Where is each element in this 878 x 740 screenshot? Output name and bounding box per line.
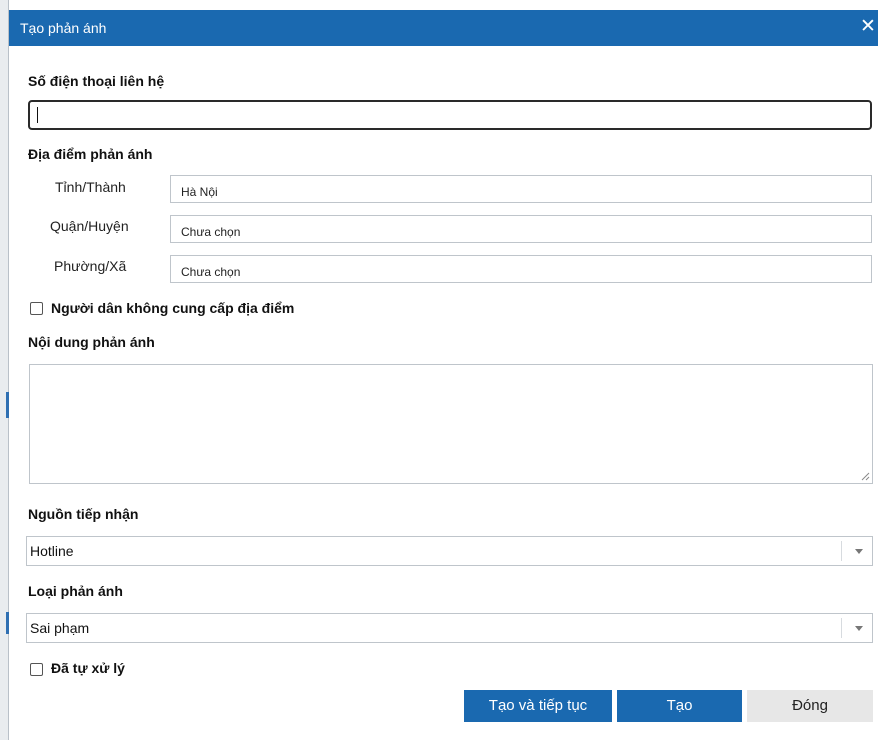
create-and-continue-button[interactable]: Tạo và tiếp tục [464, 690, 612, 722]
source-label: Nguồn tiếp nhận [28, 506, 139, 522]
close-button[interactable]: Đóng [747, 690, 873, 722]
chevron-down-icon[interactable] [855, 549, 863, 554]
select-separator [841, 618, 842, 638]
dialog-titlebar: Tạo phản ánh ✕ [9, 10, 878, 46]
source-select[interactable]: Hotline [26, 536, 873, 566]
dialog-title: Tạo phản ánh [20, 20, 107, 36]
self-handled-label: Đã tự xử lý [51, 660, 125, 676]
no-location-label: Người dân không cung cấp địa điểm [51, 300, 295, 316]
no-location-checkbox[interactable] [30, 302, 43, 315]
self-handled-checkbox[interactable] [30, 663, 43, 676]
content-label: Nội dung phản ánh [28, 334, 155, 350]
chevron-down-icon[interactable] [855, 626, 863, 631]
resize-grip-icon[interactable] [861, 472, 870, 481]
create-report-dialog: Tạo phản ánh ✕ Số điện thoại liên hệ Địa… [9, 10, 878, 740]
district-field[interactable]: Chưa chọn [170, 215, 872, 243]
source-selected-value: Hotline [30, 543, 74, 559]
phone-input[interactable] [28, 100, 872, 130]
create-button[interactable]: Tạo [617, 690, 742, 722]
province-label: Tỉnh/Thành [55, 179, 126, 195]
text-caret [37, 107, 38, 123]
close-icon[interactable]: ✕ [860, 15, 878, 39]
ward-field[interactable]: Chưa chọn [170, 255, 872, 283]
district-label: Quận/Huyện [50, 218, 129, 234]
background-page-edge [0, 0, 9, 740]
phone-label: Số điện thoại liên hệ [28, 73, 165, 89]
select-separator [841, 541, 842, 561]
category-selected-value: Sai phạm [30, 620, 90, 636]
ward-label: Phường/Xã [54, 258, 127, 274]
province-field[interactable]: Hà Nội [170, 175, 872, 203]
category-label: Loại phản ánh [28, 583, 123, 599]
location-label: Địa điểm phản ánh [28, 146, 153, 162]
category-select[interactable]: Sai phạm [26, 613, 873, 643]
content-textarea[interactable] [29, 364, 873, 484]
